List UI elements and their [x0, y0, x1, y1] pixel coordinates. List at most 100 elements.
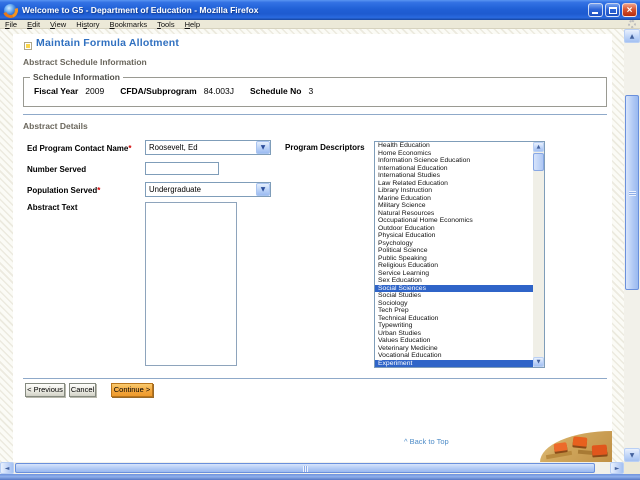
horizontal-scrollbar[interactable]: ◄ ► [0, 462, 624, 474]
vertical-scrollbar[interactable]: ▲ ▼ [624, 29, 640, 462]
maximize-button[interactable] [605, 3, 620, 17]
dropdown-arrow-icon[interactable]: ▼ [256, 183, 270, 196]
menu-item-view[interactable]: View [45, 20, 71, 29]
list-option[interactable]: Technical Education [375, 315, 533, 323]
footer-divider [23, 378, 607, 379]
list-option[interactable]: Psychology [375, 240, 533, 248]
back-to-top-link[interactable]: ^ Back to Top [404, 437, 449, 446]
chair-shape [573, 436, 588, 446]
list-option[interactable]: Marine Education [375, 195, 533, 203]
menu-bar: FileEditViewHistoryBookmarksToolsHelp [0, 20, 640, 29]
list-option[interactable]: Military Science [375, 202, 533, 210]
abstract-text-label: Abstract Text [27, 203, 78, 212]
scroll-up-icon[interactable]: ▲ [624, 29, 640, 43]
window-titlebar[interactable]: Welcome to G5 - Department of Education … [0, 0, 640, 20]
abstract-details-heading: Abstract Details [23, 121, 88, 131]
scroll-down-icon[interactable]: ▼ [624, 448, 640, 462]
close-button[interactable]: × [622, 3, 637, 17]
classroom-photo [540, 431, 612, 462]
list-option[interactable]: Tech Prep [375, 307, 533, 315]
schedule-information-values: Fiscal Year2009CFDA/Subprogram84.003JSch… [24, 82, 606, 96]
chair-shape [554, 442, 568, 452]
menu-item-tools[interactable]: Tools [152, 20, 180, 29]
menu-item-file[interactable]: File [0, 20, 22, 29]
menu-item-bookmarks[interactable]: Bookmarks [105, 20, 153, 29]
minimize-icon [592, 12, 598, 14]
firefox-icon [4, 4, 17, 17]
scrollbar-corner [624, 462, 640, 474]
list-option[interactable]: Social Studies [375, 292, 533, 300]
activity-throbber-icon [628, 20, 636, 28]
number-served-input[interactable] [145, 162, 219, 175]
list-option[interactable]: Service Learning [375, 270, 533, 278]
list-option[interactable]: Health Education [375, 142, 533, 150]
page-viewport: Maintain Formula Allotment Abstract Sche… [0, 29, 624, 462]
list-option[interactable]: Veterinary Medicine [375, 345, 533, 353]
list-option[interactable]: Social Sciences [375, 285, 533, 293]
scroll-down-icon[interactable]: ▼ [533, 357, 544, 367]
window-title: Welcome to G5 - Department of Education … [22, 5, 258, 15]
list-option[interactable]: Vocational Education [375, 352, 533, 360]
scroll-right-icon[interactable]: ► [610, 462, 624, 474]
schedule-information-legend: Schedule Information [30, 72, 123, 82]
list-option[interactable]: Outdoor Education [375, 225, 533, 233]
list-option[interactable]: Public Speaking [375, 255, 533, 263]
list-option[interactable]: Occupational Home Economics [375, 217, 533, 225]
schedule-field-label: Schedule No [250, 86, 301, 96]
schedule-information-fieldset: Schedule Information Fiscal Year2009CFDA… [23, 72, 607, 107]
abstract-schedule-heading: Abstract Schedule Information [23, 57, 147, 67]
required-marker: * [128, 144, 131, 153]
required-marker: * [97, 186, 100, 195]
list-option[interactable]: International Studies [375, 172, 533, 180]
list-option[interactable]: Typewriting [375, 322, 533, 330]
list-option[interactable]: Urban Studies [375, 330, 533, 338]
schedule-field-value: 2009 [85, 86, 104, 96]
list-option[interactable]: Political Science [375, 247, 533, 255]
ed-program-contact-select[interactable]: Roosevelt, Ed ▼ [145, 140, 271, 155]
listbox-scrollbar-thumb[interactable] [533, 153, 544, 171]
page-content: Maintain Formula Allotment Abstract Sche… [13, 34, 612, 462]
scroll-up-icon[interactable]: ▲ [533, 142, 544, 152]
schedule-field-value: 3 [308, 86, 313, 96]
dropdown-arrow-icon[interactable]: ▼ [256, 141, 270, 154]
listbox-scrollbar[interactable]: ▲ ▼ [533, 142, 544, 367]
list-option[interactable]: International Education [375, 165, 533, 173]
schedule-field-label: Fiscal Year [34, 86, 78, 96]
list-option[interactable]: Values Education [375, 337, 533, 345]
list-option[interactable]: Sociology [375, 300, 533, 308]
list-option[interactable]: Experiment [375, 360, 533, 368]
list-option[interactable]: Library Instruction [375, 187, 533, 195]
page-title: Maintain Formula Allotment [36, 37, 179, 49]
minimize-button[interactable] [588, 3, 603, 17]
program-descriptors-options: Health EducationHome EconomicsInformatio… [375, 142, 533, 367]
close-icon: × [623, 4, 636, 16]
population-served-select[interactable]: Undergraduate ▼ [145, 182, 271, 197]
menu-item-edit[interactable]: Edit [22, 20, 45, 29]
browser-window: Welcome to G5 - Department of Education … [0, 0, 640, 480]
list-option[interactable]: Physical Education [375, 232, 533, 240]
list-option[interactable]: Natural Resources [375, 210, 533, 218]
desk-shape [546, 451, 572, 459]
list-option[interactable]: Religious Education [375, 262, 533, 270]
program-descriptors-listbox[interactable]: Health EducationHome EconomicsInformatio… [374, 141, 545, 368]
cancel-button[interactable]: Cancel [69, 383, 96, 397]
section-divider [23, 114, 607, 115]
schedule-field-value: 84.003J [204, 86, 234, 96]
list-option[interactable]: Sex Education [375, 277, 533, 285]
maximize-icon [609, 7, 617, 14]
menu-items: FileEditViewHistoryBookmarksToolsHelp [0, 20, 205, 29]
vertical-scrollbar-thumb[interactable] [625, 95, 639, 290]
list-option[interactable]: Information Science Education [375, 157, 533, 165]
population-served-label: Population Served* [27, 186, 100, 195]
menu-item-help[interactable]: Help [180, 20, 205, 29]
ed-program-contact-value: Roosevelt, Ed [149, 142, 198, 154]
continue-button[interactable]: Continue > [111, 383, 153, 397]
horizontal-scrollbar-thumb[interactable] [15, 463, 595, 473]
list-option[interactable]: Law Related Education [375, 180, 533, 188]
abstract-text-textarea[interactable] [145, 202, 237, 366]
list-option[interactable]: Home Economics [375, 150, 533, 158]
previous-button[interactable]: < Previous [25, 383, 65, 397]
menu-item-history[interactable]: History [71, 20, 104, 29]
window-bottom-border [0, 474, 640, 480]
scroll-left-icon[interactable]: ◄ [0, 462, 14, 474]
